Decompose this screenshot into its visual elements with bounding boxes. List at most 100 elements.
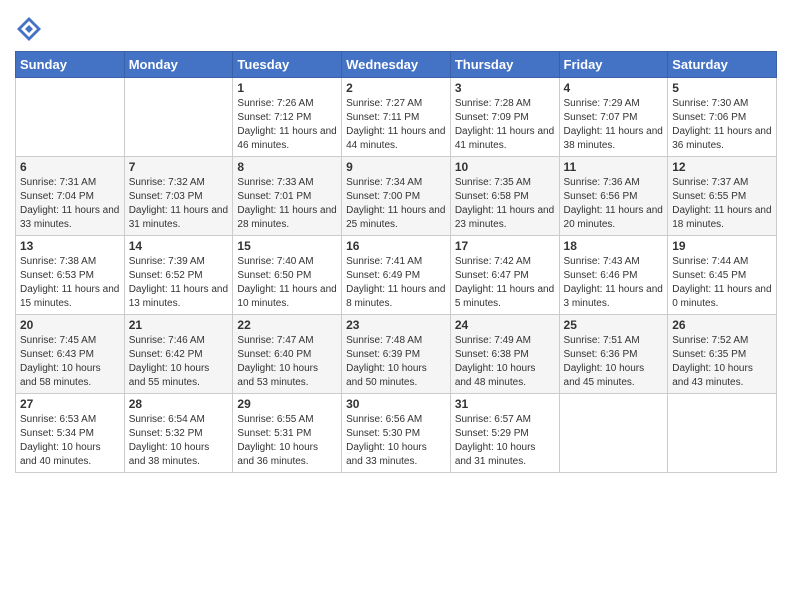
calendar-day-cell: 15 Sunrise: 7:40 AM Sunset: 6:50 PM Dayli… (233, 236, 342, 315)
calendar-day-cell: 14 Sunrise: 7:39 AM Sunset: 6:52 PM Dayli… (124, 236, 233, 315)
calendar-day-cell: 2 Sunrise: 7:27 AM Sunset: 7:11 PM Daylig… (342, 78, 451, 157)
calendar-day-cell: 12 Sunrise: 7:37 AM Sunset: 6:55 PM Dayli… (668, 157, 777, 236)
day-number: 21 (129, 318, 229, 332)
day-info: Sunrise: 7:29 AM Sunset: 7:07 PM Dayligh… (564, 97, 664, 153)
logo-icon (15, 15, 43, 43)
day-info: Sunrise: 7:42 AM Sunset: 6:47 PM Dayligh… (455, 255, 555, 311)
calendar-day-cell: 6 Sunrise: 7:31 AM Sunset: 7:04 PM Daylig… (16, 157, 125, 236)
day-info: Sunrise: 7:27 AM Sunset: 7:11 PM Dayligh… (346, 97, 446, 153)
calendar-table: SundayMondayTuesdayWednesdayThursdayFrid… (15, 51, 777, 473)
calendar-day-cell: 18 Sunrise: 7:43 AM Sunset: 6:46 PM Dayli… (559, 236, 668, 315)
page: SundayMondayTuesdayWednesdayThursdayFrid… (0, 0, 792, 612)
day-number: 7 (129, 160, 229, 174)
calendar-week-row: 20Sunrise: 7:45 AM Sunset: 6:43 PM Dayli… (16, 315, 777, 394)
calendar-day-header: Friday (559, 52, 668, 78)
day-info: Sunrise: 6:53 AM Sunset: 5:34 PM Dayligh… (20, 413, 120, 469)
calendar-day-cell: 4Sunrise: 7:29 AM Sunset: 7:07 PM Daylig… (559, 78, 668, 157)
day-info: Sunrise: 6:55 AM Sunset: 5:31 PM Dayligh… (237, 413, 337, 469)
calendar-day-cell (668, 394, 777, 473)
calendar-day-cell (559, 394, 668, 473)
calendar-day-header: Sunday (16, 52, 125, 78)
day-info: Sunrise: 7:32 AM Sunset: 7:03 PM Dayligh… (129, 176, 229, 232)
day-info: Sunrise: 7:49 AM Sunset: 6:38 PM Dayligh… (455, 334, 555, 390)
day-number: 18 (564, 239, 664, 253)
calendar-day-cell (16, 78, 125, 157)
calendar-day-header: Thursday (450, 52, 559, 78)
calendar-day-cell: 5 Sunrise: 7:30 AM Sunset: 7:06 PM Daylig… (668, 78, 777, 157)
day-number: 26 (672, 318, 772, 332)
day-number: 1 (237, 81, 337, 95)
day-number: 24 (455, 318, 555, 332)
day-info: Sunrise: 7:36 AM Sunset: 6:56 PM Dayligh… (564, 176, 664, 232)
calendar-day-header: Monday (124, 52, 233, 78)
day-info: Sunrise: 7:31 AM Sunset: 7:04 PM Dayligh… (20, 176, 120, 232)
calendar-day-cell: 7 Sunrise: 7:32 AM Sunset: 7:03 PM Daylig… (124, 157, 233, 236)
header (15, 10, 777, 43)
calendar-day-cell: 10 Sunrise: 7:35 AM Sunset: 6:58 PM Dayli… (450, 157, 559, 236)
day-info: Sunrise: 7:33 AM Sunset: 7:01 PM Dayligh… (237, 176, 337, 232)
day-number: 29 (237, 397, 337, 411)
calendar-day-cell: 17 Sunrise: 7:42 AM Sunset: 6:47 PM Dayli… (450, 236, 559, 315)
calendar-day-cell: 30Sunrise: 6:56 AM Sunset: 5:30 PM Dayli… (342, 394, 451, 473)
day-number: 17 (455, 239, 555, 253)
day-number: 11 (564, 160, 664, 174)
day-info: Sunrise: 7:44 AM Sunset: 6:45 PM Dayligh… (672, 255, 772, 311)
day-info: Sunrise: 6:57 AM Sunset: 5:29 PM Dayligh… (455, 413, 555, 469)
calendar-header-row: SundayMondayTuesdayWednesdayThursdayFrid… (16, 52, 777, 78)
calendar-day-cell: 31 Sunrise: 6:57 AM Sunset: 5:29 PM Dayli… (450, 394, 559, 473)
calendar-day-cell: 23 Sunrise: 7:48 AM Sunset: 6:39 PM Dayli… (342, 315, 451, 394)
day-number: 31 (455, 397, 555, 411)
day-number: 6 (20, 160, 120, 174)
day-info: Sunrise: 7:34 AM Sunset: 7:00 PM Dayligh… (346, 176, 446, 232)
calendar-day-cell: 22 Sunrise: 7:47 AM Sunset: 6:40 PM Dayli… (233, 315, 342, 394)
day-info: Sunrise: 7:46 AM Sunset: 6:42 PM Dayligh… (129, 334, 229, 390)
day-number: 14 (129, 239, 229, 253)
day-number: 13 (20, 239, 120, 253)
day-number: 23 (346, 318, 446, 332)
day-info: Sunrise: 7:26 AM Sunset: 7:12 PM Dayligh… (237, 97, 337, 153)
day-info: Sunrise: 7:51 AM Sunset: 6:36 PM Dayligh… (564, 334, 664, 390)
day-info: Sunrise: 6:54 AM Sunset: 5:32 PM Dayligh… (129, 413, 229, 469)
day-info: Sunrise: 7:38 AM Sunset: 6:53 PM Dayligh… (20, 255, 120, 311)
calendar-day-cell: 27 Sunrise: 6:53 AM Sunset: 5:34 PM Dayli… (16, 394, 125, 473)
day-info: Sunrise: 7:43 AM Sunset: 6:46 PM Dayligh… (564, 255, 664, 311)
calendar-day-cell: 26 Sunrise: 7:52 AM Sunset: 6:35 PM Dayli… (668, 315, 777, 394)
day-number: 27 (20, 397, 120, 411)
day-number: 12 (672, 160, 772, 174)
day-number: 5 (672, 81, 772, 95)
calendar-day-cell: 11 Sunrise: 7:36 AM Sunset: 6:56 PM Dayli… (559, 157, 668, 236)
calendar-day-cell: 19Sunrise: 7:44 AM Sunset: 6:45 PM Dayli… (668, 236, 777, 315)
calendar-day-cell: 16Sunrise: 7:41 AM Sunset: 6:49 PM Dayli… (342, 236, 451, 315)
day-info: Sunrise: 7:35 AM Sunset: 6:58 PM Dayligh… (455, 176, 555, 232)
calendar-day-cell: 3 Sunrise: 7:28 AM Sunset: 7:09 PM Daylig… (450, 78, 559, 157)
day-info: Sunrise: 7:41 AM Sunset: 6:49 PM Dayligh… (346, 255, 446, 311)
calendar-day-cell (124, 78, 233, 157)
day-info: Sunrise: 7:37 AM Sunset: 6:55 PM Dayligh… (672, 176, 772, 232)
calendar-week-row: 27 Sunrise: 6:53 AM Sunset: 5:34 PM Dayli… (16, 394, 777, 473)
day-number: 3 (455, 81, 555, 95)
calendar-day-cell: 20Sunrise: 7:45 AM Sunset: 6:43 PM Dayli… (16, 315, 125, 394)
calendar-day-cell: 25Sunrise: 7:51 AM Sunset: 6:36 PM Dayli… (559, 315, 668, 394)
day-info: Sunrise: 7:39 AM Sunset: 6:52 PM Dayligh… (129, 255, 229, 311)
day-number: 28 (129, 397, 229, 411)
day-number: 8 (237, 160, 337, 174)
calendar-week-row: 1 Sunrise: 7:26 AM Sunset: 7:12 PM Daylig… (16, 78, 777, 157)
day-number: 22 (237, 318, 337, 332)
day-info: Sunrise: 7:28 AM Sunset: 7:09 PM Dayligh… (455, 97, 555, 153)
day-number: 15 (237, 239, 337, 253)
day-number: 10 (455, 160, 555, 174)
calendar-day-header: Wednesday (342, 52, 451, 78)
day-info: Sunrise: 6:56 AM Sunset: 5:30 PM Dayligh… (346, 413, 446, 469)
day-number: 2 (346, 81, 446, 95)
calendar-week-row: 6 Sunrise: 7:31 AM Sunset: 7:04 PM Daylig… (16, 157, 777, 236)
calendar-day-header: Tuesday (233, 52, 342, 78)
day-info: Sunrise: 7:30 AM Sunset: 7:06 PM Dayligh… (672, 97, 772, 153)
day-info: Sunrise: 7:48 AM Sunset: 6:39 PM Dayligh… (346, 334, 446, 390)
day-number: 9 (346, 160, 446, 174)
day-info: Sunrise: 7:52 AM Sunset: 6:35 PM Dayligh… (672, 334, 772, 390)
day-info: Sunrise: 7:47 AM Sunset: 6:40 PM Dayligh… (237, 334, 337, 390)
calendar-day-cell: 8 Sunrise: 7:33 AM Sunset: 7:01 PM Daylig… (233, 157, 342, 236)
day-info: Sunrise: 7:40 AM Sunset: 6:50 PM Dayligh… (237, 255, 337, 311)
calendar-day-cell: 1 Sunrise: 7:26 AM Sunset: 7:12 PM Daylig… (233, 78, 342, 157)
calendar-day-cell: 13 Sunrise: 7:38 AM Sunset: 6:53 PM Dayli… (16, 236, 125, 315)
